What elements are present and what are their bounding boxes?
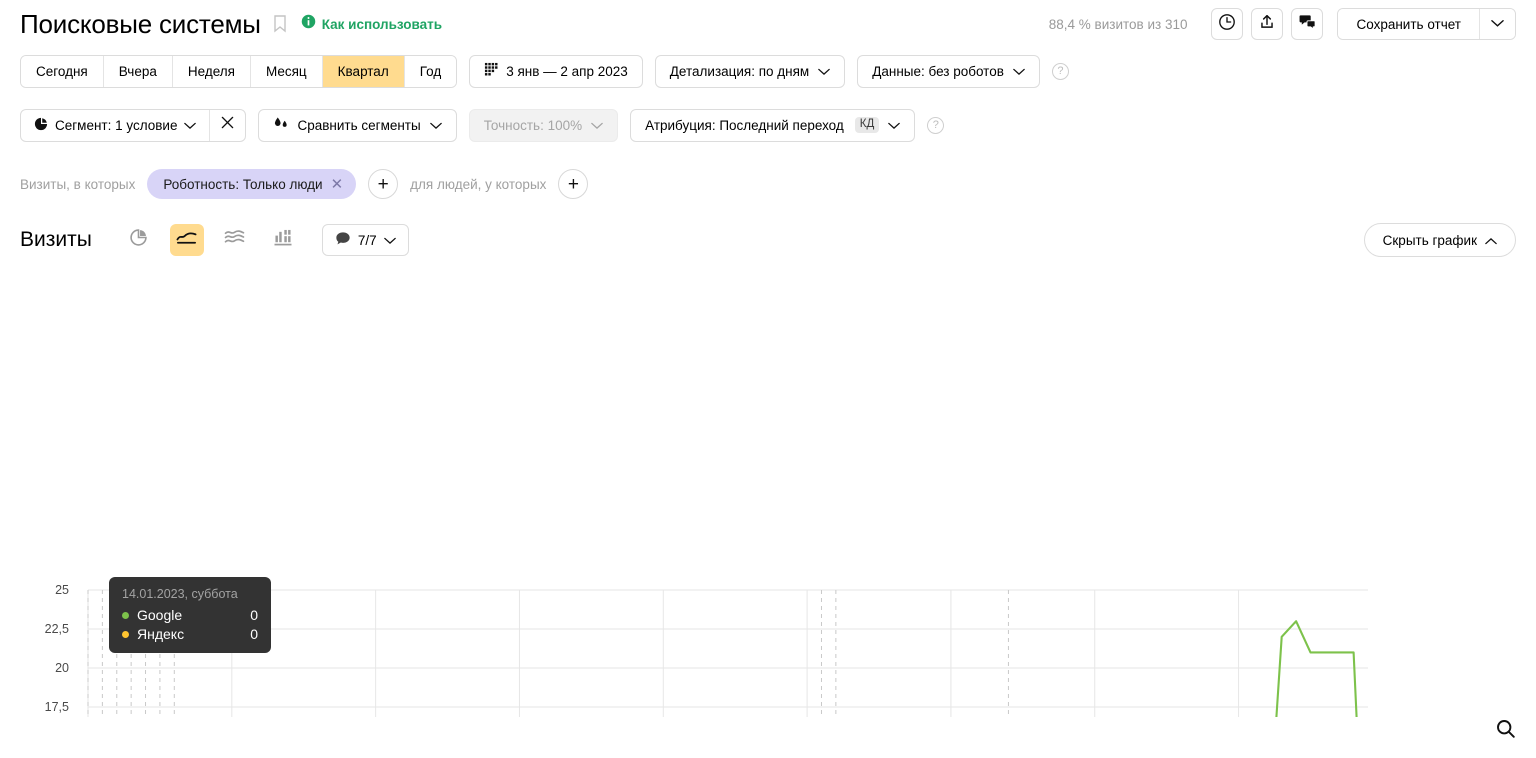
save-report-dropdown-button[interactable] [1479, 9, 1515, 39]
how-to-use-label: Как использовать [321, 16, 443, 32]
segment-toolbar: Сегмент: 1 условие Сравнить сегменты Точ… [0, 106, 1536, 144]
period-tab-month[interactable]: Месяц [250, 55, 323, 87]
chart-plot-area[interactable]: 02,557,51012,51517,52022,52503.01.2313.0… [0, 272, 1536, 717]
page-title: Поисковые системы [20, 8, 261, 39]
search-button[interactable] [1494, 717, 1518, 746]
series-line-google[interactable] [88, 620, 1368, 717]
pie-chart-icon [129, 228, 148, 252]
accuracy-button[interactable]: Точность: 100% [468, 108, 619, 142]
period-tab-quarter[interactable]: Квартал [322, 55, 405, 87]
line-chart-button[interactable] [169, 224, 204, 256]
comments-icon-button[interactable] [1291, 8, 1324, 40]
visits-stat: 88,4 % визитов из 310 [1048, 16, 1188, 32]
line-chart-icon [176, 230, 197, 251]
bar-chart-button[interactable] [266, 224, 300, 256]
segment-control: Сегмент: 1 условие [20, 108, 247, 142]
y-axis-tick-label: 22,5 [45, 622, 69, 636]
segment-clear-button[interactable] [209, 109, 245, 141]
period-tab-week[interactable]: Неделя [172, 55, 251, 87]
hide-chart-button[interactable]: Скрыть график [1363, 223, 1516, 257]
chevron-down-icon [888, 118, 901, 133]
data-source-help-icon[interactable]: ? [1051, 62, 1069, 80]
close-icon [221, 116, 234, 134]
area-chart-button[interactable] [218, 224, 252, 256]
add-people-filter-button[interactable]: + [558, 169, 589, 199]
pie-segment-icon [34, 117, 48, 134]
page-header: Поисковые системы Как использовать 88,4 … [0, 2, 1536, 46]
y-axis-tick-label: 20 [55, 661, 69, 675]
period-tab-today[interactable]: Сегодня [21, 55, 104, 87]
data-source-button[interactable]: Данные: без роботов [857, 54, 1040, 88]
pie-chart-button[interactable] [122, 224, 156, 256]
chevron-down-icon [184, 118, 197, 133]
calendar-icon [484, 62, 499, 80]
attribution-button[interactable]: Атрибуция: Последний переход КД [630, 108, 916, 142]
visits-filter-label: Визиты, в которых [20, 176, 136, 192]
filter-chip-robotness[interactable]: Роботность: Только люди ✕ [147, 169, 357, 199]
bookmark-icon[interactable] [273, 15, 287, 33]
people-filter-label: для людей, у которых [410, 176, 547, 192]
y-axis-tick-label: 17,5 [45, 700, 69, 714]
date-range-label: 3 янв — 2 апр 2023 [506, 63, 628, 79]
search-icon [1494, 720, 1518, 745]
filters-row: Визиты, в которых Роботность: Только люд… [0, 166, 1536, 202]
save-report-group: Сохранить отчет [1337, 8, 1516, 40]
plus-icon: + [567, 173, 579, 195]
data-source-label: Данные: без роботов [872, 63, 1004, 79]
metrics-count-label: 7/7 [357, 232, 377, 248]
comments-icon [1298, 13, 1317, 36]
hide-chart-label: Скрыть график [1382, 232, 1477, 248]
period-toolbar: Сегодня Вчера Неделя Месяц Квартал Год 3… [0, 52, 1536, 90]
attribution-badge: КД [854, 117, 880, 133]
detalization-label: Детализация: по дням [669, 63, 810, 79]
how-to-use-link[interactable]: Как использовать [301, 14, 442, 34]
compare-drops-icon [273, 116, 290, 134]
compare-segments-button[interactable]: Сравнить сегменты [258, 108, 457, 142]
detalization-button[interactable]: Детализация: по дням [654, 54, 846, 88]
close-icon[interactable]: ✕ [331, 177, 344, 192]
chevron-down-icon [1491, 15, 1504, 33]
period-tabs: Сегодня Вчера Неделя Месяц Квартал Год [20, 54, 458, 88]
chart-title: Визиты [20, 228, 92, 251]
info-icon [301, 14, 316, 34]
metrics-selector-button[interactable]: 7/7 [321, 224, 409, 256]
share-icon-button[interactable] [1251, 8, 1284, 40]
attribution-label: Атрибуция: Последний переход [645, 117, 844, 133]
clock-icon-button[interactable] [1211, 8, 1244, 40]
clock-icon [1218, 13, 1236, 36]
chevron-down-icon [383, 233, 396, 248]
add-visit-filter-button[interactable]: + [368, 169, 399, 199]
attribution-help-icon[interactable]: ? [927, 116, 945, 134]
accuracy-label: Точность: 100% [483, 117, 583, 133]
chevron-down-icon [1013, 64, 1025, 79]
speech-bubble-icon [335, 231, 351, 249]
share-icon [1258, 13, 1276, 36]
app-root: Поисковые системы Как использовать 88,4 … [0, 2, 1536, 758]
area-chart-icon [224, 229, 245, 251]
chevron-down-icon [818, 64, 831, 79]
y-axis-tick-label: 25 [55, 583, 69, 597]
segment-label: Сегмент: 1 условие [55, 117, 178, 133]
save-report-button[interactable]: Сохранить отчет [1338, 9, 1479, 39]
chart-header: Визиты 7/7 Скрыть график [0, 220, 1536, 260]
chevron-up-icon [1485, 233, 1497, 248]
chart-svg[interactable]: 02,557,51012,51517,52022,52503.01.2313.0… [0, 272, 1536, 717]
period-tab-year[interactable]: Год [404, 55, 457, 87]
bar-chart-icon [273, 229, 293, 251]
chevron-down-icon [591, 118, 603, 133]
filter-chip-label: Роботность: Только люди [163, 176, 323, 192]
chevron-down-icon [429, 118, 442, 133]
date-range-button[interactable]: 3 янв — 2 апр 2023 [469, 54, 643, 88]
compare-segments-label: Сравнить сегменты [297, 117, 421, 133]
plus-icon: + [377, 173, 389, 195]
segment-button[interactable]: Сегмент: 1 условие [21, 110, 209, 141]
period-tab-yesterday[interactable]: Вчера [103, 55, 173, 87]
